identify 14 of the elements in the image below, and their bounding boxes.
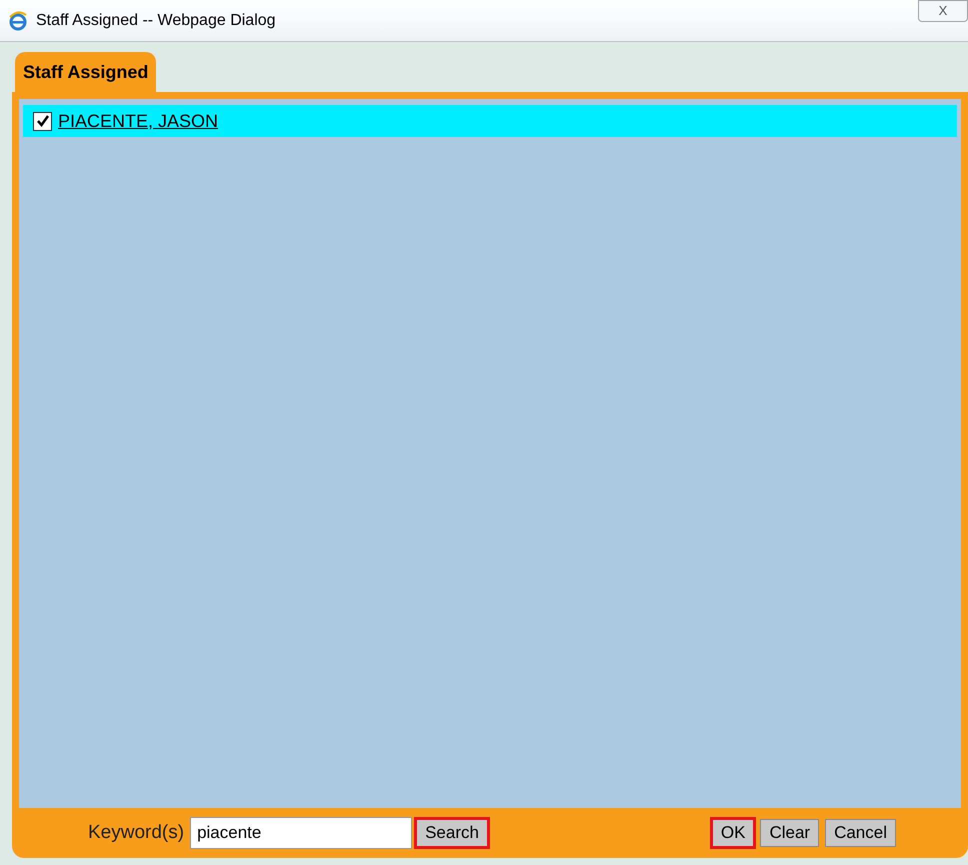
checkbox[interactable] (33, 112, 52, 130)
keyword-label: Keyword(s) (88, 820, 184, 845)
checkmark-icon (36, 114, 50, 128)
close-button[interactable]: X (918, 0, 968, 22)
staff-row[interactable]: PIACENTE, JASON (23, 105, 957, 137)
staff-link[interactable]: PIACENTE, JASON (58, 108, 218, 134)
dialog-button[interactable]: Search (414, 817, 490, 849)
browser-icon (8, 10, 28, 30)
keyword-field[interactable]: piacente (190, 817, 412, 849)
dialog-button[interactable]: Cancel (823, 817, 898, 849)
window-title: Staff Assigned -- Webpage Dialog (36, 10, 276, 30)
dialog-button[interactable]: OK (710, 817, 756, 849)
dialog-button[interactable]: Clear (758, 817, 822, 849)
tab[interactable]: Staff Assigned (15, 52, 156, 92)
